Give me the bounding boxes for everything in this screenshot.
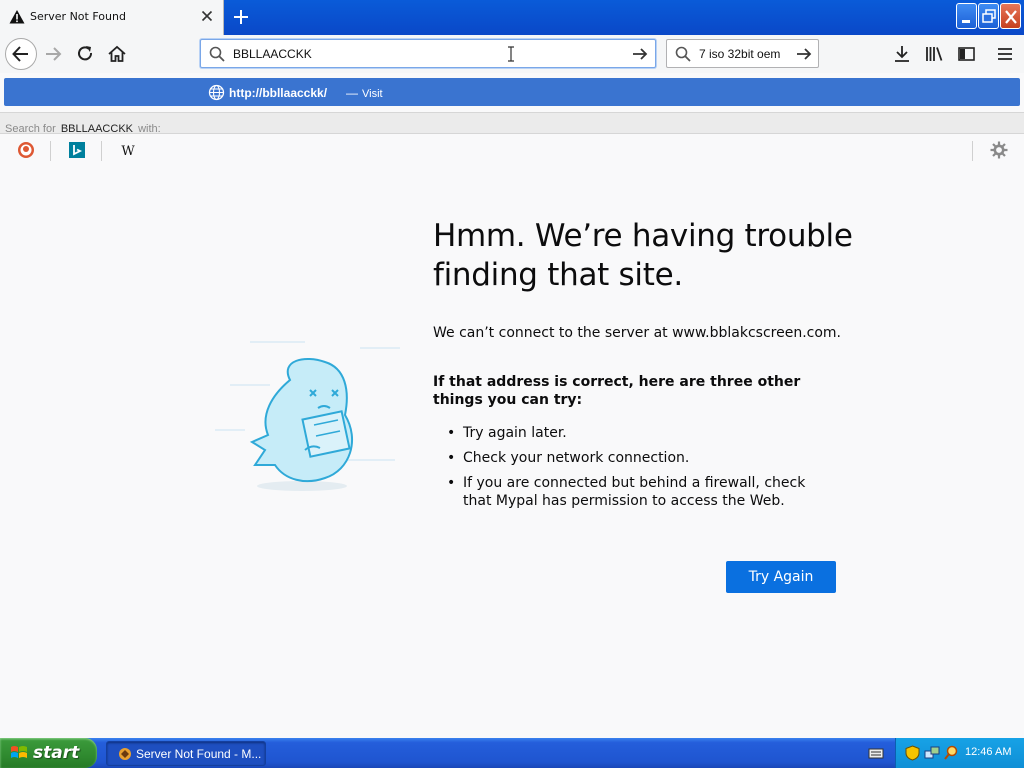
close-icon <box>1005 10 1017 24</box>
start-label: start <box>33 743 80 763</box>
search-icon <box>209 46 225 62</box>
tip-item: Check your network connection. <box>447 449 827 467</box>
suggestion-separator: — <box>346 86 358 100</box>
text-cursor-icon <box>508 46 514 62</box>
wikipedia-icon[interactable]: W <box>117 139 139 161</box>
separator <box>50 141 51 161</box>
suggestion-row[interactable] <box>4 78 1020 106</box>
suggestion-url: http://bbllaacckk/ <box>229 86 328 100</box>
separator <box>101 141 102 161</box>
search-engines-row <box>0 134 1024 170</box>
go-arrow-icon[interactable] <box>630 44 650 64</box>
menu-icon[interactable] <box>990 39 1020 69</box>
forward-arrow-icon[interactable] <box>39 39 69 69</box>
error-description: We can’t connect to the server at www.bb… <box>433 325 842 341</box>
search-input[interactable] <box>699 46 794 62</box>
warning-icon <box>9 10 25 24</box>
error-title: Hmm. We’re having trouble finding that s… <box>433 218 853 293</box>
close-window-button[interactable] <box>1000 3 1021 29</box>
error-tips-list: Try again later. Check your network conn… <box>447 424 827 517</box>
search-bar[interactable] <box>666 39 819 68</box>
sidebar-icon[interactable] <box>951 39 981 69</box>
search-icon <box>675 46 691 62</box>
downloads-icon[interactable] <box>887 39 917 69</box>
restore-button[interactable] <box>978 3 999 29</box>
home-icon[interactable] <box>102 39 132 69</box>
bing-icon[interactable] <box>66 139 88 161</box>
mypal-icon <box>119 748 131 760</box>
taskbar-window-label: Server Not Found - M... <box>136 747 262 761</box>
back-arrow-icon <box>12 46 28 62</box>
error-subheading: If that address is correct, here are thr… <box>433 374 801 408</box>
gear-icon[interactable] <box>988 139 1010 161</box>
try-again-button[interactable]: Try Again <box>726 561 836 593</box>
close-tab-icon[interactable] <box>199 8 215 24</box>
svg-text:W: W <box>121 144 135 159</box>
tip-item: If you are connected but behind a firewa… <box>447 474 827 510</box>
network-icon[interactable] <box>924 745 940 761</box>
security-shield-icon[interactable] <box>905 745 920 761</box>
globe-icon <box>208 84 225 101</box>
confused-dinosaur-illustration <box>215 341 400 491</box>
keyboard-icon[interactable] <box>868 745 884 761</box>
tab-title: Server Not Found <box>30 10 126 23</box>
clock: 12:46 AM <box>965 746 1012 758</box>
minimize-icon <box>962 20 970 23</box>
url-input[interactable] <box>233 46 613 62</box>
search-tray-icon[interactable] <box>943 745 959 761</box>
new-tab-icon[interactable] <box>231 7 251 27</box>
separator <box>972 141 973 161</box>
back-button[interactable] <box>5 38 37 70</box>
suggestion-action: Visit <box>362 88 383 100</box>
tab-server-not-found[interactable]: Server Not Found <box>0 0 224 35</box>
windows-logo-icon <box>11 746 27 758</box>
restore-icon <box>982 9 996 23</box>
reload-icon[interactable] <box>70 39 100 69</box>
duckduckgo-icon[interactable] <box>15 139 37 161</box>
go-arrow-icon[interactable] <box>794 44 814 64</box>
minimize-button[interactable] <box>956 3 977 29</box>
url-bar[interactable] <box>200 39 656 68</box>
search-for-row: Search for BBLLAACCKK with: <box>0 112 1024 135</box>
library-icon[interactable] <box>919 39 949 69</box>
tip-item: Try again later. <box>447 424 827 442</box>
